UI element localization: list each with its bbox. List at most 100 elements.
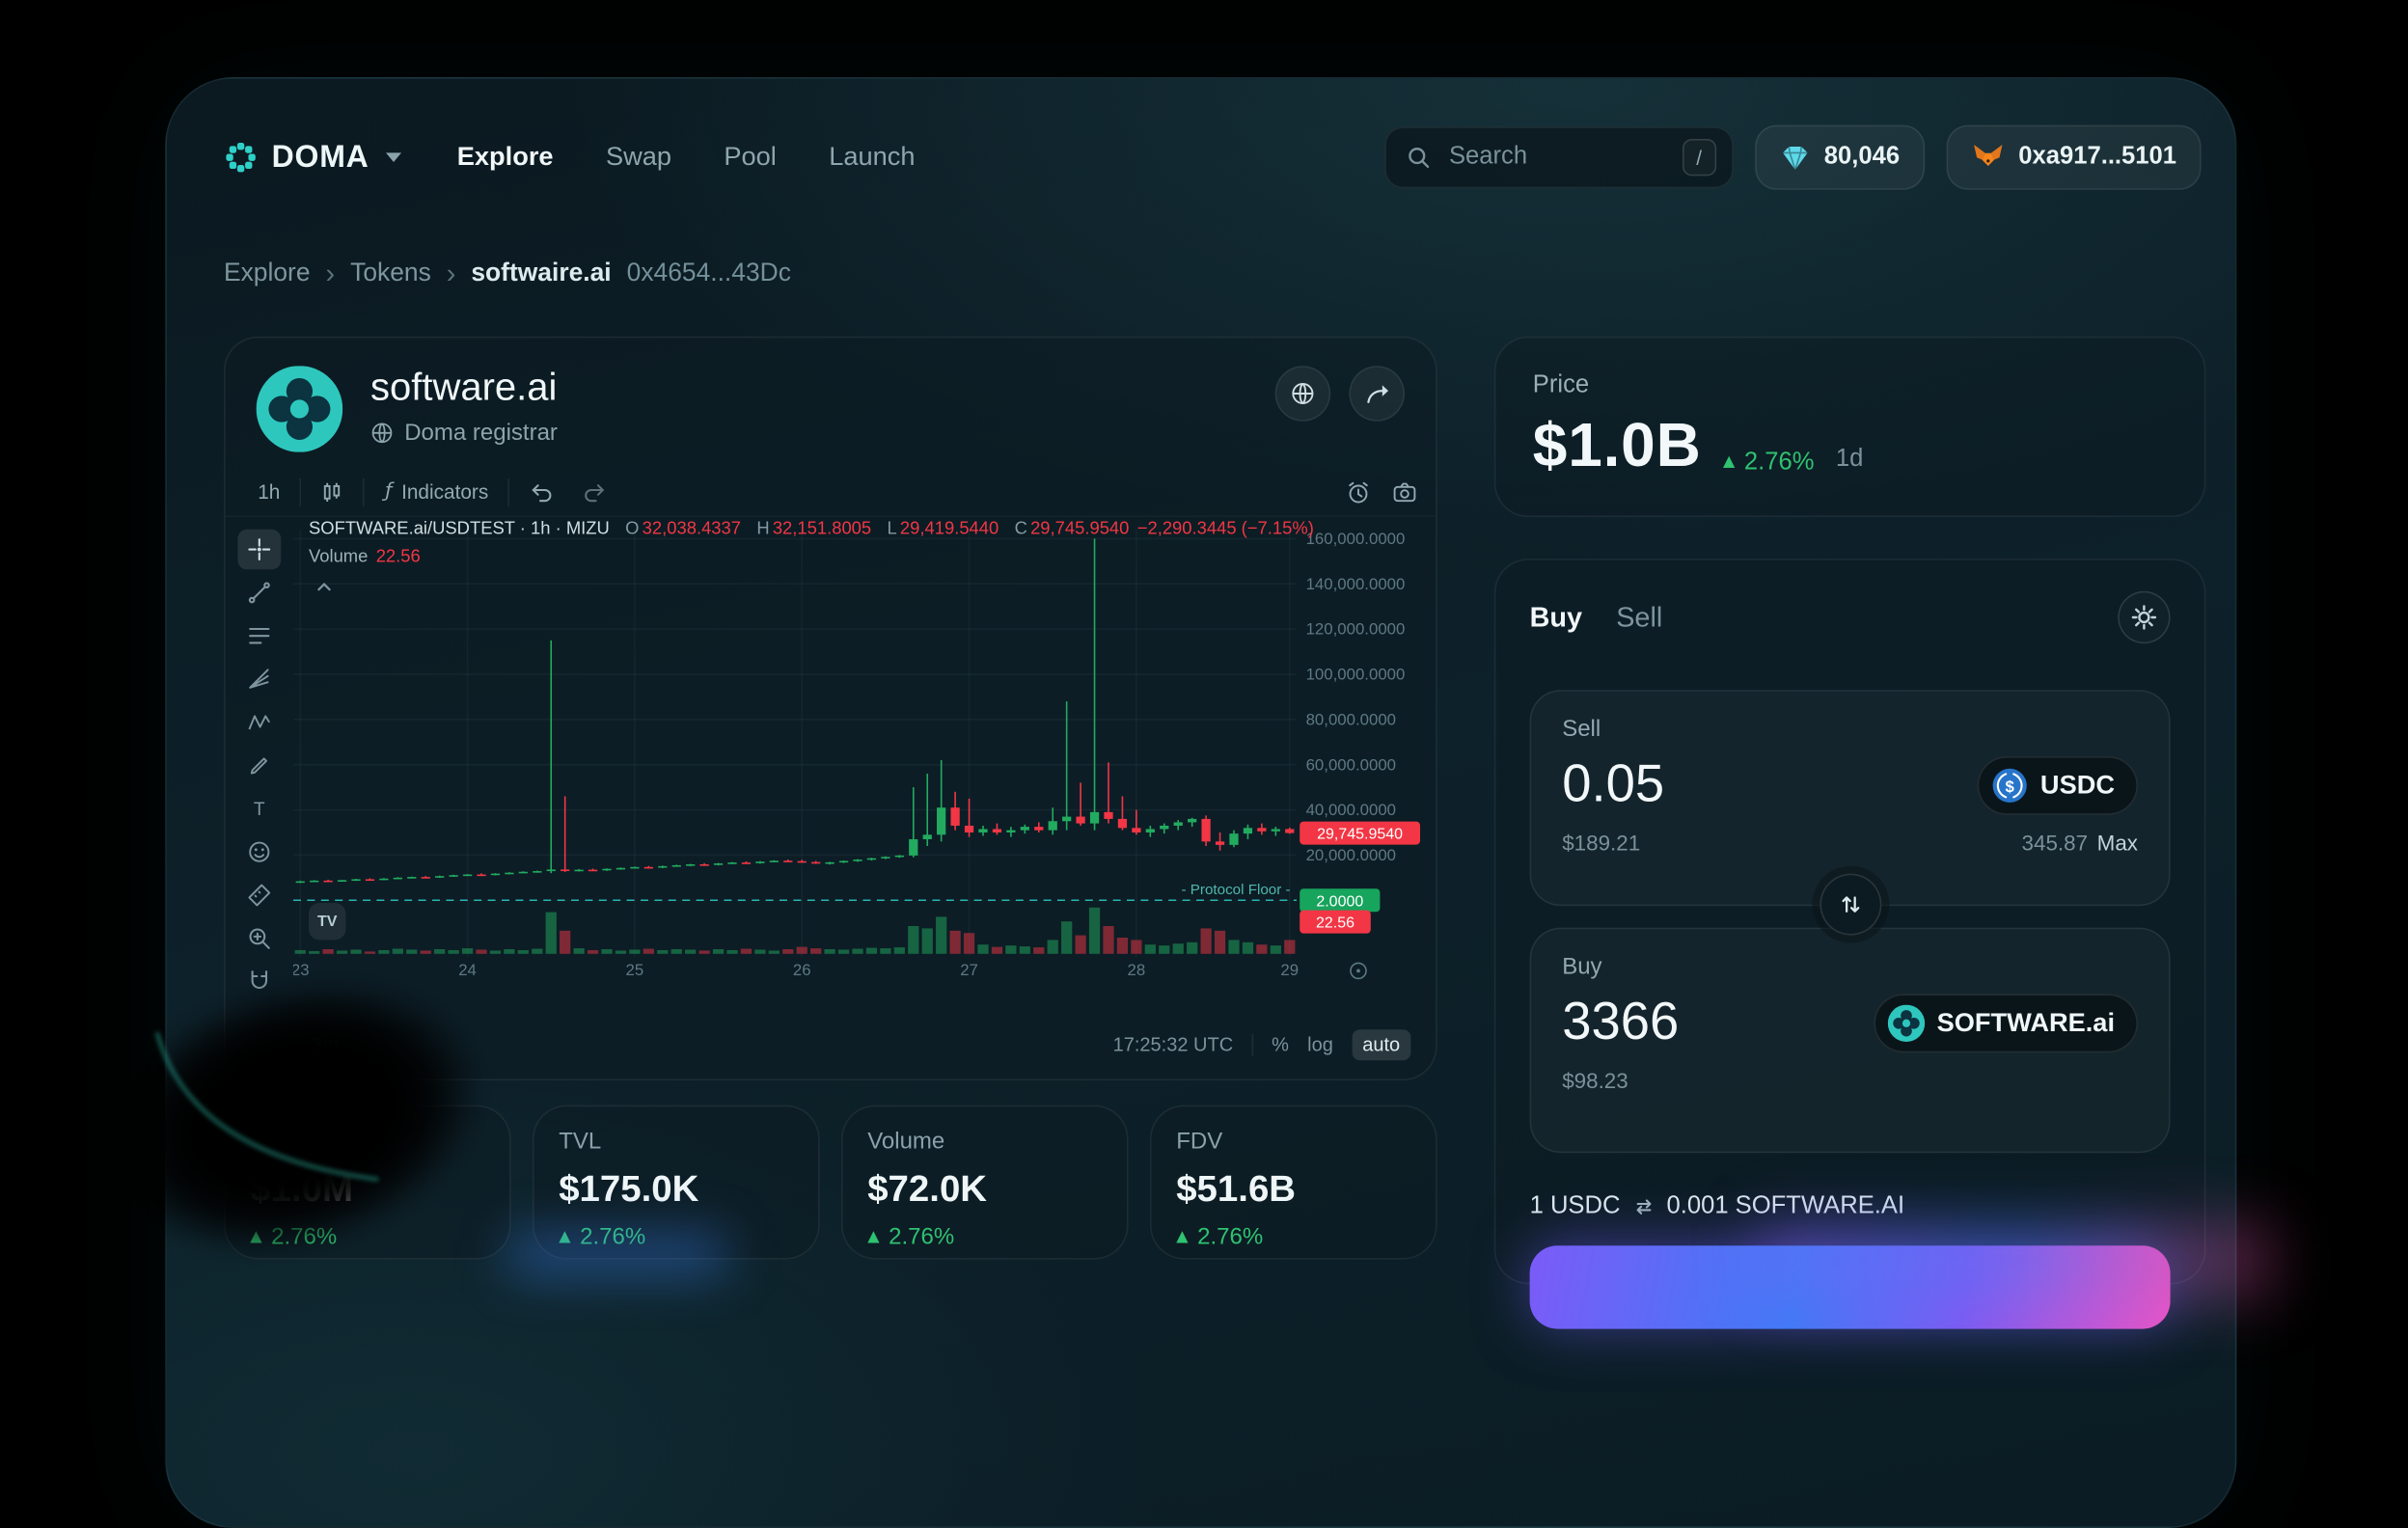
svg-text:140,000.0000: 140,000.0000 <box>1306 575 1406 593</box>
app-window: DOMA Explore Swap Pool Launch / <box>165 77 2236 1528</box>
candlestick-chart[interactable]: 160,000.0000140,000.0000120,000.0000100,… <box>293 517 1423 983</box>
tab-sell[interactable]: Sell <box>1616 601 1662 634</box>
drawing-toolbar: T <box>226 517 293 1023</box>
chart-clock[interactable]: 17:25:32 UTC <box>1113 1034 1234 1055</box>
camera-icon[interactable] <box>1392 479 1417 505</box>
trade-tabs: Buy Sell <box>1530 591 2171 643</box>
toolbar-divider <box>508 478 510 505</box>
tool-trend-line[interactable] <box>237 573 281 614</box>
legend-l-value: 29,419.5440 <box>900 520 999 538</box>
chart-toolbar-right <box>1346 479 1417 505</box>
emoji-icon <box>247 839 272 864</box>
buy-panel: Buy 3366 SOFTWARE.ai <box>1530 928 2171 1154</box>
usdc-icon: $ <box>1991 766 2028 803</box>
buy-amount-input[interactable]: 3366 <box>1562 993 1679 1052</box>
legend-symbol: SOFTWARE.ai/USDTEST · 1h · MIZU <box>309 520 610 538</box>
swap-direction-button[interactable] <box>1820 874 1881 936</box>
auto-scale-toggle[interactable]: auto <box>1352 1029 1410 1060</box>
svg-text:25: 25 <box>626 961 644 979</box>
brush-icon <box>247 753 272 778</box>
log-scale-toggle[interactable]: log <box>1307 1034 1333 1055</box>
swap-arrows-icon <box>1838 892 1863 917</box>
tool-crosshair[interactable] <box>237 530 281 570</box>
trade-settings-button[interactable] <box>2118 591 2170 643</box>
up-arrow-icon: ▲ <box>1723 453 1735 471</box>
legend-c-label: C <box>1015 520 1027 538</box>
stat-change: ▲2.76% <box>867 1224 1102 1250</box>
price-period[interactable]: 1d <box>1836 446 1863 474</box>
indicators-button[interactable]: ƒ Indicators <box>371 472 503 512</box>
alert-clock-icon[interactable] <box>1346 479 1371 505</box>
token-header: software.ai Doma registrar <box>226 366 1436 452</box>
points-badge[interactable]: 80,046 <box>1755 125 1925 190</box>
share-button[interactable] <box>1349 366 1405 422</box>
interval-select[interactable]: 1h <box>244 472 294 512</box>
tool-text[interactable]: T <box>237 789 281 830</box>
up-arrow-icon: ▲ <box>250 1229 261 1246</box>
nav-item-pool[interactable]: Pool <box>724 142 776 173</box>
chevron-down-icon[interactable] <box>386 152 401 162</box>
legend-o-label: O <box>625 520 639 538</box>
legend-collapse-icon[interactable] <box>315 579 333 594</box>
tool-gann-fan[interactable] <box>237 659 281 699</box>
svg-text:T: T <box>254 800 265 820</box>
buy-panel-row: 3366 SOFTWARE.ai <box>1562 993 2138 1052</box>
stat-card-market-cap: Market cap $1.0M ▲2.76% <box>224 1105 511 1260</box>
tradingview-logo[interactable]: TV <box>309 903 345 940</box>
svg-text:80,000.0000: 80,000.0000 <box>1306 710 1396 728</box>
stat-value: $72.0K <box>867 1168 1102 1212</box>
tool-xabcd-pattern[interactable] <box>237 702 281 743</box>
candle-style-button[interactable] <box>308 472 357 512</box>
range-selector[interactable]: 3m <box>312 1034 339 1055</box>
percent-scale-toggle[interactable]: % <box>1272 1034 1289 1055</box>
nav-right-cluster: / 80,046 0xa917...5101 <box>1384 125 2202 190</box>
nav-item-swap[interactable]: Swap <box>606 142 671 173</box>
token-title-block: software.ai Doma registrar <box>370 366 558 446</box>
breadcrumb: Explore › Tokens › softwaire.ai 0x4654..… <box>224 258 2202 290</box>
sell-panel-label: Sell <box>1562 716 2138 742</box>
price-chart[interactable]: SOFTWARE.ai/USDTEST · 1h · MIZU O32,038.… <box>293 517 1436 1023</box>
volume-value: 22.56 <box>376 548 421 566</box>
toolbar-divider <box>364 478 366 505</box>
wallet-button[interactable]: 0xa917...5101 <box>1946 125 2202 190</box>
rate-swap-icon <box>1632 1196 1654 1217</box>
sell-amount-input[interactable]: 0.05 <box>1562 754 1664 814</box>
website-button[interactable] <box>1275 366 1331 422</box>
page-content: software.ai Doma registrar <box>224 337 2202 1284</box>
tool-fib-retracement[interactable] <box>237 615 281 656</box>
max-button[interactable]: Max <box>2097 831 2138 856</box>
svg-text:100,000.0000: 100,000.0000 <box>1306 666 1406 684</box>
stat-value: $1.0M <box>250 1168 484 1212</box>
buy-token-selector[interactable]: SOFTWARE.ai <box>1874 994 2138 1052</box>
legend-l-label: L <box>887 520 896 538</box>
tab-buy[interactable]: Buy <box>1530 601 1582 634</box>
stat-card-tvl: TVL $175.0K ▲2.76% <box>533 1105 820 1260</box>
nav-item-launch[interactable]: Launch <box>829 142 915 173</box>
tool-zoom[interactable] <box>237 918 281 959</box>
redo-button[interactable] <box>568 472 620 512</box>
gem-icon <box>1779 142 1810 173</box>
token-registrar: Doma registrar <box>370 420 558 446</box>
ruler-icon <box>247 883 272 908</box>
tool-magnet[interactable] <box>237 962 281 1002</box>
svg-text:40,000.0000: 40,000.0000 <box>1306 801 1396 819</box>
price-change: ▲ 2.76% <box>1723 449 1815 477</box>
breadcrumb-explore[interactable]: Explore <box>224 259 311 288</box>
search-box[interactable]: / <box>1384 126 1734 188</box>
software-token-icon <box>1887 1004 1924 1041</box>
stat-label: TVL <box>559 1129 793 1155</box>
undo-icon <box>530 479 555 505</box>
nav-item-explore[interactable]: Explore <box>457 142 554 173</box>
sell-token-selector[interactable]: $ USDC <box>1977 755 2138 814</box>
confirm-trade-button[interactable] <box>1530 1245 2171 1328</box>
tool-emoji[interactable] <box>237 832 281 872</box>
legend-c-value: 29,745.9540 <box>1030 520 1129 538</box>
breadcrumb-tokens[interactable]: Tokens <box>350 259 431 288</box>
exchange-rate-row[interactable]: 1 USDC 0.001 SOFTWARE.AI <box>1530 1193 2171 1221</box>
undo-button[interactable] <box>516 472 568 512</box>
search-input[interactable] <box>1446 142 1667 173</box>
chart-body: T <box>226 517 1436 1023</box>
tool-brush[interactable] <box>237 746 281 786</box>
tool-measure[interactable] <box>237 875 281 915</box>
brand-logo[interactable]: DOMA <box>222 139 401 176</box>
